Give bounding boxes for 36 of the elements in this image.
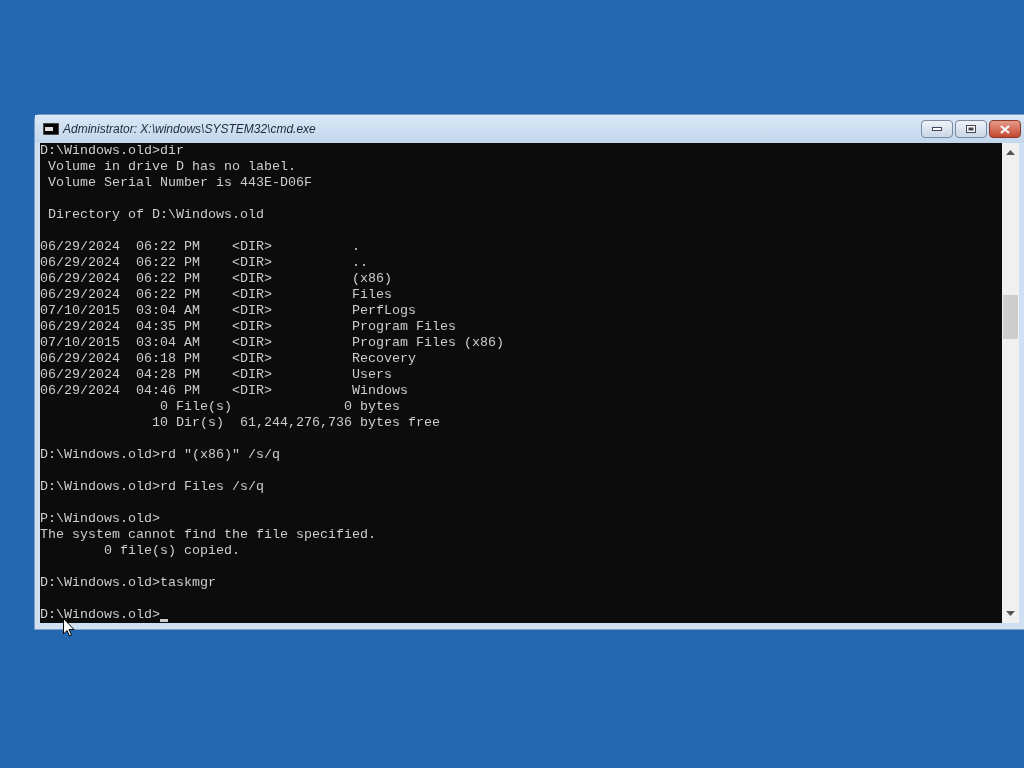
console-line: The system cannot find the file specified. [40, 527, 376, 543]
scroll-up-icon[interactable] [1006, 149, 1015, 155]
console-line: D:\Windows.old>rd Files /s/q [40, 479, 264, 495]
minimize-icon [932, 127, 942, 131]
close-icon [1000, 124, 1010, 134]
close-button[interactable] [989, 120, 1021, 138]
console-line: 06/29/2024 06:22 PM <DIR> .. [40, 255, 368, 271]
console-line: 0 File(s) 0 bytes [158, 399, 400, 415]
console-line: 06/29/2024 04:35 PM <DIR> Program Files [40, 319, 456, 335]
console-line: 06/29/2024 04:28 PM <DIR> Users [40, 367, 392, 383]
console-line: D:\Windows.old>taskmgr [40, 575, 216, 591]
console-line: 06/29/2024 06:22 PM <DIR> (x86) [40, 271, 392, 287]
restore-icon [966, 125, 976, 133]
console-line: Volume Serial Number is 443E-D06F [47, 175, 312, 191]
console-line: 10 Dir(s) 61,244,276,736 bytes free [150, 415, 440, 431]
console-icon [43, 123, 59, 135]
console-line: D:\Windows.old>dir [40, 143, 184, 159]
scroll-down-icon[interactable] [1006, 611, 1015, 617]
restore-button[interactable] [955, 120, 987, 138]
console-line: Volume in drive D has no label. [47, 159, 296, 175]
scrollbar[interactable] [1002, 143, 1019, 623]
console-line: 06/29/2024 06:22 PM <DIR> . [40, 239, 360, 255]
window-title: Administrator: X:\windows\SYSTEM32\cmd.exe [63, 121, 316, 138]
console-line: Directory of D:\Windows.old [47, 207, 264, 223]
minimize-button[interactable] [921, 120, 953, 138]
scrollbar-thumb[interactable] [1003, 295, 1018, 339]
console-line: D:\Windows.old>rd "(x86)" /s/q [40, 447, 280, 463]
console-line: 06/29/2024 04:46 PM <DIR> Windows [40, 383, 408, 399]
console-line: 06/29/2024 06:18 PM <DIR> Recovery [40, 351, 416, 367]
console-line: 07/10/2015 03:04 AM <DIR> PerfLogs [40, 303, 416, 319]
console-line: D:\Windows.old> [40, 607, 160, 623]
console-line: 06/29/2024 06:22 PM <DIR> Files [40, 287, 392, 303]
console-line: P:\Windows.old> [40, 511, 160, 527]
console-line: 0 file(s) copied. [103, 543, 240, 559]
text-cursor [160, 619, 168, 622]
console-line: 07/10/2015 03:04 AM <DIR> Program Files (x86) [40, 335, 504, 351]
